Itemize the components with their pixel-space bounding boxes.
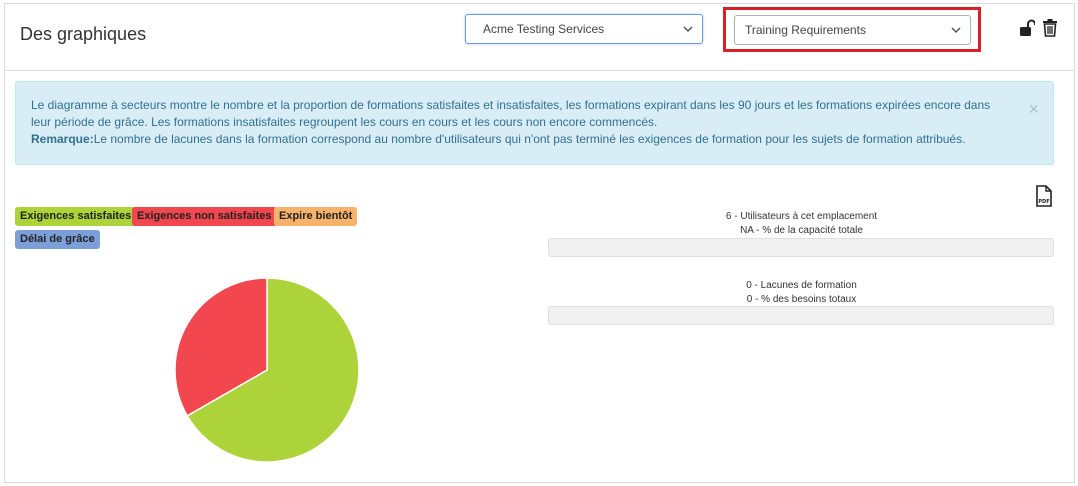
report-select[interactable]: Training Requirements xyxy=(734,15,971,45)
chevron-down-icon xyxy=(951,27,961,34)
legend-label: Délai de grâce xyxy=(20,233,95,245)
users-count-text: 6 - Utilisateurs à cet emplacement xyxy=(725,211,878,222)
legend-label: Exigences satisfaites xyxy=(20,210,132,222)
pie-chart xyxy=(174,277,360,463)
report-select-value: Training Requirements xyxy=(745,23,866,37)
svg-text:PDF: PDF xyxy=(1038,199,1049,205)
company-select-value: Acme Testing Services xyxy=(483,22,605,36)
panel-header: Des graphiques Acme Testing Services Tra… xyxy=(5,4,1074,71)
alert-text: Le diagramme à secteurs montre le nombre… xyxy=(31,98,991,129)
needs-text: 0 - % des besoins totaux xyxy=(746,294,857,305)
legend-unsatisfied: Exigences non satisfaites xyxy=(132,207,277,226)
alert-note-label: Remarque: xyxy=(31,132,94,146)
legend-label: Exigences non satisfaites xyxy=(137,210,272,222)
needs-progress-bar xyxy=(548,306,1054,325)
legend-expiring: Expire bientôt xyxy=(274,207,358,226)
capacity-progress-bar xyxy=(548,238,1054,257)
legend-satisfied: Exigences satisfaites xyxy=(15,207,137,226)
company-select[interactable]: Acme Testing Services xyxy=(465,14,703,44)
unlock-icon[interactable] xyxy=(1019,19,1035,37)
legend-grace: Délai de grâce xyxy=(15,230,100,249)
close-icon[interactable]: × xyxy=(1028,100,1039,118)
alert-note-text: Le nombre de lacunes dans la formation c… xyxy=(93,132,966,146)
chevron-down-icon xyxy=(683,26,693,33)
training-gaps-text: 0 - Lacunes de formation xyxy=(746,280,857,291)
trash-icon[interactable] xyxy=(1042,19,1058,37)
legend-label: Expire bientôt xyxy=(279,210,353,222)
page-title: Des graphiques xyxy=(20,24,147,44)
capacity-text: NA - % de la capacité totale xyxy=(740,225,863,236)
pdf-icon[interactable]: PDF xyxy=(1034,185,1054,207)
info-alert: Le diagramme à secteurs montre le nombre… xyxy=(15,81,1054,165)
report-select-highlight: Training Requirements xyxy=(723,7,981,52)
